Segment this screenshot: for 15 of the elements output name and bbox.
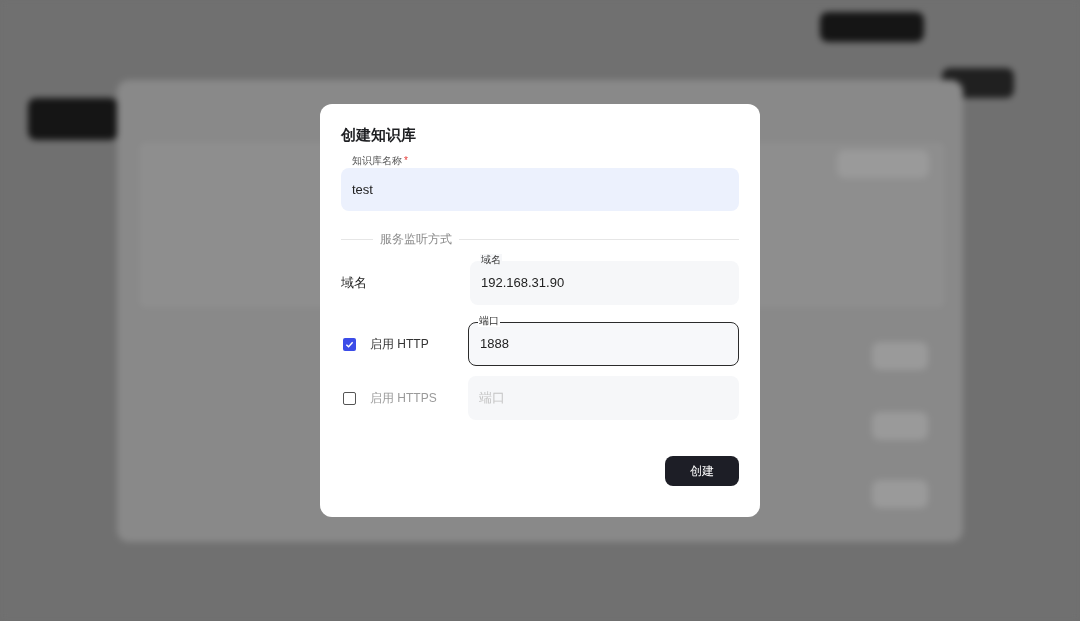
field-label: 知识库名称 <box>352 155 402 167</box>
name-field[interactable]: test <box>341 168 739 211</box>
field-value: 192.168.31.90 <box>481 274 565 293</box>
dialog-title: 创建知识库 <box>341 126 417 144</box>
checkbox-label: 启用 HTTPS <box>370 390 438 407</box>
field-value: test <box>352 180 373 199</box>
check-icon <box>345 339 354 349</box>
create-button[interactable]: 创建 <box>665 456 739 486</box>
row-label: 域名 <box>341 274 368 293</box>
field-label: 域名 <box>480 254 502 266</box>
checkbox-label: 启用 HTTP <box>370 336 430 353</box>
section-label: 服务监听方式 <box>379 231 453 248</box>
required-mark: * <box>404 155 408 167</box>
field-value: 1888 <box>480 335 509 354</box>
field-label: 端口 <box>478 315 500 327</box>
